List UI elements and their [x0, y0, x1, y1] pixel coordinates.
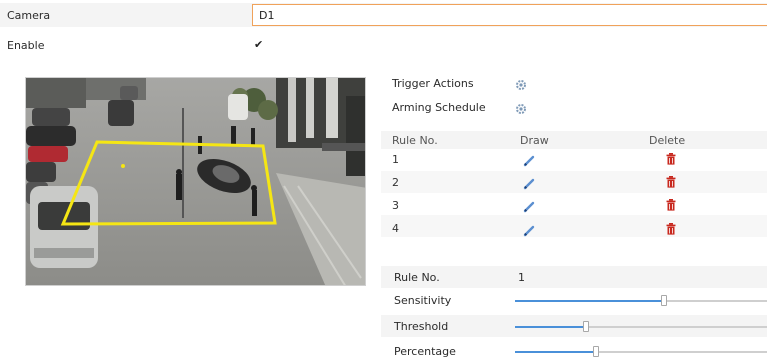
camera-label: Camera: [7, 9, 51, 22]
percentage-slider[interactable]: [515, 346, 767, 358]
trigger-actions-gear-icon[interactable]: [515, 79, 527, 91]
delete-trash-icon[interactable]: [666, 199, 676, 211]
rule-number: 3: [392, 199, 399, 212]
slider-thumb[interactable]: [583, 321, 589, 332]
column-header-delete: Delete: [649, 134, 686, 147]
sensitivity-label: Sensitivity: [394, 294, 452, 307]
table-row-stripe: [381, 171, 767, 193]
draw-pencil-icon[interactable]: [523, 155, 535, 167]
slider-thumb[interactable]: [593, 346, 599, 357]
slider-fill: [515, 351, 596, 353]
rule-number: 1: [392, 153, 399, 166]
slider-track: [586, 326, 767, 328]
rule-no-label: Rule No.: [394, 271, 440, 284]
camera-scene: [26, 78, 365, 285]
percentage-label: Percentage: [394, 345, 456, 358]
slider-track: [596, 351, 767, 353]
rule-number: 4: [392, 222, 399, 235]
threshold-label: Threshold: [394, 320, 449, 333]
trigger-actions-label: Trigger Actions: [392, 77, 474, 90]
draw-pencil-icon[interactable]: [523, 178, 535, 190]
delete-trash-icon[interactable]: [666, 153, 676, 165]
threshold-slider[interactable]: [515, 321, 767, 333]
arming-schedule-gear-icon[interactable]: [515, 103, 527, 115]
slider-fill: [515, 300, 664, 302]
sensitivity-slider[interactable]: [515, 295, 767, 307]
table-row-stripe: [381, 215, 767, 237]
camera-field[interactable]: [252, 4, 767, 26]
column-header-rule-no: Rule No.: [392, 134, 438, 147]
slider-fill: [515, 326, 586, 328]
column-header-draw: Draw: [520, 134, 549, 147]
rule-number: 2: [392, 176, 399, 189]
slider-track: [664, 300, 767, 302]
delete-trash-icon[interactable]: [666, 223, 676, 235]
slider-thumb[interactable]: [661, 295, 667, 306]
camera-preview[interactable]: [25, 77, 366, 286]
draw-pencil-icon[interactable]: [523, 201, 535, 213]
arming-schedule-label: Arming Schedule: [392, 101, 486, 114]
draw-pencil-icon[interactable]: [523, 225, 535, 237]
enable-checkbox[interactable]: ✔: [254, 39, 266, 51]
rules-table-header: [381, 131, 767, 149]
delete-trash-icon[interactable]: [666, 176, 676, 188]
rule-no-value: 1: [518, 271, 525, 284]
enable-label: Enable: [7, 39, 45, 52]
